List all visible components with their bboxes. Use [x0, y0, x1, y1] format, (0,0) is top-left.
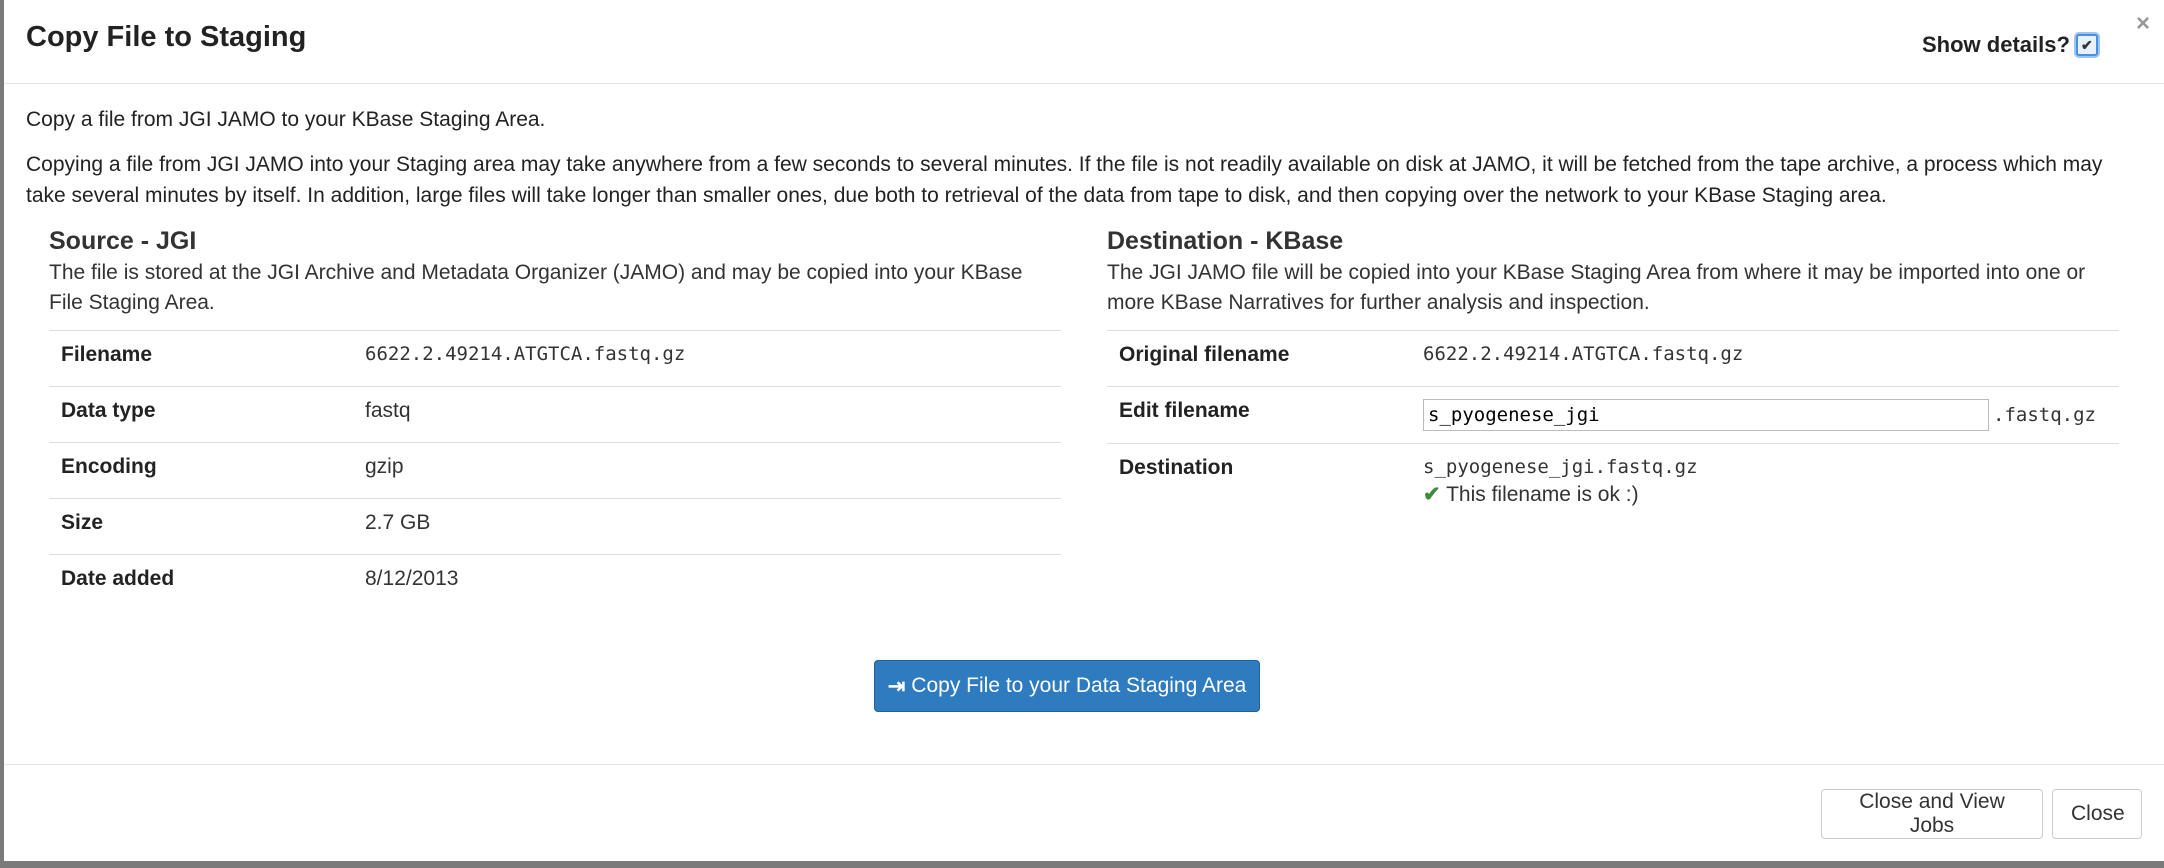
date-added-value: 8/12/2013: [353, 554, 1061, 610]
row-label: Data type: [49, 386, 353, 443]
destination-table: Original filename 6622.2.49214.ATGTCA.fa…: [1107, 330, 2119, 519]
table-row: Encoding gzip: [49, 442, 1061, 499]
modal-header: Copy File to Staging Show details? ✔ ×: [4, 0, 2164, 84]
row-label: Destination: [1107, 443, 1411, 519]
destination-cell: s_pyogenese_jgi.fastq.gz ✔ This filename…: [1411, 443, 2119, 519]
table-row: Edit filename .fastq.gz: [1107, 386, 2119, 444]
table-row: Date added 8/12/2013: [49, 554, 1061, 610]
table-row: Filename 6622.2.49214.ATGTCA.fastq.gz: [49, 330, 1061, 387]
row-label: Encoding: [49, 442, 353, 499]
row-label: Size: [49, 498, 353, 555]
table-row: Size 2.7 GB: [49, 498, 1061, 555]
show-details-toggle[interactable]: Show details? ✔: [1922, 32, 2098, 58]
source-title: Source - JGI: [49, 227, 197, 255]
intro-text: Copy a file from JGI JAMO to your KBase …: [26, 104, 2146, 225]
copy-to-staging-button[interactable]: ⇥ Copy File to your Data Staging Area: [874, 660, 1260, 712]
source-panel: Source - JGI The file is stored at the J…: [49, 226, 1061, 610]
destination-description: The JGI JAMO file will be copied into yo…: [1107, 261, 2086, 314]
show-details-checkbox[interactable]: ✔: [2075, 34, 2098, 56]
table-row: Data type fastq: [49, 386, 1061, 443]
filename-ok-status: ✔ This filename is ok :): [1423, 482, 2107, 507]
table-row: Original filename 6622.2.49214.ATGTCA.fa…: [1107, 330, 2119, 387]
destination-title: Destination - KBase: [1107, 227, 1344, 255]
row-label: Edit filename: [1107, 386, 1411, 444]
modal-footer: Close and View Jobs Close: [4, 764, 2164, 861]
sign-in-icon: ⇥: [887, 674, 906, 698]
edit-filename-cell: .fastq.gz: [1411, 386, 2119, 444]
source-description: The file is stored at the JGI Archive an…: [49, 261, 1023, 314]
original-filename-value: 6622.2.49214.ATGTCA.fastq.gz: [1411, 330, 2119, 387]
row-label: Original filename: [1107, 330, 1411, 387]
filename-ok-message: This filename is ok :): [1446, 483, 1639, 506]
destination-panel: Destination - KBase The JGI JAMO file wi…: [1107, 226, 2119, 519]
intro-line-1: Copy a file from JGI JAMO to your KBase …: [26, 108, 546, 131]
intro-line-2: Copying a file from JGI JAMO into your S…: [26, 153, 2103, 207]
edit-filename-input[interactable]: [1423, 399, 1989, 431]
table-row: Destination s_pyogenese_jgi.fastq.gz ✔ T…: [1107, 443, 2119, 519]
copy-button-label: Copy File to your Data Staging Area: [911, 674, 1247, 697]
size-value: 2.7 GB: [353, 498, 1061, 555]
copy-file-dialog: Copy File to Staging Show details? ✔ × C…: [4, 0, 2164, 861]
source-filename-value: 6622.2.49214.ATGTCA.fastq.gz: [353, 330, 1061, 387]
edit-filename-wrap: .fastq.gz: [1423, 399, 2107, 431]
close-button[interactable]: Close: [2052, 789, 2142, 839]
modal-title: Copy File to Staging: [26, 21, 307, 53]
source-table: Filename 6622.2.49214.ATGTCA.fastq.gz Da…: [49, 330, 1061, 610]
encoding-value: gzip: [353, 442, 1061, 499]
destination-filename-value: s_pyogenese_jgi.fastq.gz: [1423, 456, 1698, 478]
row-label: Date added: [49, 554, 353, 610]
check-icon: ✔: [1423, 483, 1441, 506]
data-type-value: fastq: [353, 386, 1061, 443]
show-details-label: Show details?: [1922, 32, 2070, 57]
row-label: Filename: [49, 330, 353, 387]
filename-extension: .fastq.gz: [1993, 404, 2096, 426]
close-icon[interactable]: ×: [2136, 10, 2150, 38]
close-and-view-jobs-button[interactable]: Close and View Jobs: [1821, 789, 2043, 839]
